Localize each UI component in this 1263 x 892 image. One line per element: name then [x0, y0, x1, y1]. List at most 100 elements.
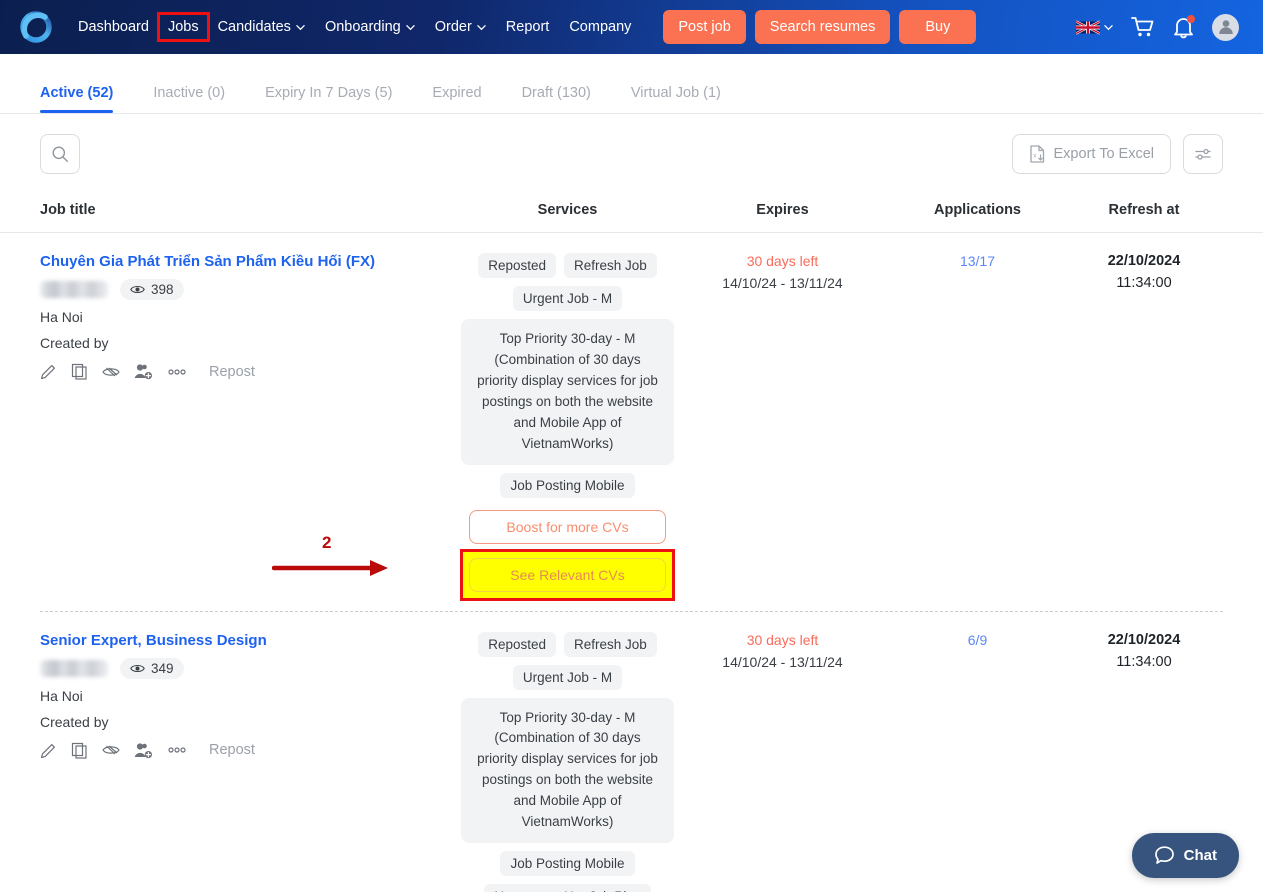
nav-link-label: Jobs	[167, 19, 199, 35]
tab-virtual-job[interactable]: Virtual Job (1)	[631, 85, 721, 113]
applications-count-link[interactable]: 13/17	[890, 253, 1065, 598]
filter-sliders-icon	[1194, 148, 1211, 160]
pencil-edit-icon[interactable]	[40, 363, 57, 380]
expires-date-range: 14/10/24 - 13/11/24	[722, 653, 843, 670]
nav-link-label: Company	[569, 19, 632, 35]
nav-link-company[interactable]: Company	[559, 13, 641, 41]
more-options-icon[interactable]	[167, 746, 187, 754]
notifications-button[interactable]	[1173, 14, 1195, 39]
job-created-by: Created by	[40, 335, 109, 351]
annotation-arrow	[272, 560, 388, 576]
chat-bubble-icon	[1154, 846, 1174, 864]
jobs-table: Job title Services Expires Applications …	[0, 194, 1263, 892]
repost-link[interactable]: Repost	[209, 742, 255, 758]
shopping-cart-icon	[1131, 17, 1154, 37]
expires-cell: 30 days left 14/10/24 - 13/11/24	[675, 632, 890, 892]
user-avatar-icon	[1218, 20, 1233, 34]
service-description-block: Top Priority 30-day - M (Combination of …	[461, 697, 674, 844]
search-resumes-button[interactable]: Search resumes	[754, 10, 891, 44]
search-button[interactable]	[40, 134, 80, 174]
applications-count-link[interactable]: 6/9	[890, 632, 1065, 892]
copy-icon[interactable]	[71, 742, 88, 759]
nav-link-report[interactable]: Report	[496, 13, 560, 41]
chevron-down-icon	[477, 24, 486, 30]
job-info-cell: Chuyên Gia Phát Triển Sản Phẩm Kiều Hối …	[40, 253, 460, 598]
job-title-link[interactable]: Chuyên Gia Phát Triển Sản Phẩm Kiều Hối …	[40, 253, 460, 270]
pencil-edit-icon[interactable]	[40, 742, 57, 759]
service-chip-row: Urgent Job - M	[512, 664, 623, 690]
excel-download-icon: x	[1029, 145, 1044, 163]
eye-off-icon[interactable]	[102, 365, 120, 379]
nav-link-order[interactable]: Order	[425, 13, 496, 41]
uk-flag-icon	[1076, 19, 1100, 35]
nav-link-label: Onboarding	[324, 19, 401, 35]
see-relevant-cvs-button[interactable]: See Relevant CVs	[469, 557, 666, 592]
tab-label: Inactive (0)	[153, 85, 226, 101]
annotation-number-2: 2	[322, 533, 332, 552]
boost-for-more-cvs-button[interactable]: Boost for more CVs	[469, 509, 666, 544]
repost-link[interactable]: Repost	[209, 364, 255, 380]
chat-widget-button[interactable]: Chat	[1131, 833, 1239, 878]
tab-active[interactable]: Active (52)	[40, 85, 114, 113]
services-cell: Reposted Refresh Job Urgent Job - M Top …	[460, 631, 675, 892]
refresh-date: 22/10/2024	[1107, 631, 1181, 648]
tab-label: Virtual Job (1)	[630, 85, 721, 101]
copy-icon[interactable]	[71, 363, 88, 380]
filter-button[interactable]	[1183, 134, 1223, 174]
service-chip: Reposted	[478, 253, 556, 278]
nav-link-onboarding[interactable]: Onboarding	[315, 13, 425, 41]
nav-link-jobs[interactable]: Jobs	[156, 12, 210, 42]
job-created-by: Created by	[40, 713, 109, 730]
svg-text:x: x	[1033, 152, 1037, 159]
views-count: 398	[151, 282, 174, 297]
tab-expired[interactable]: Expired	[432, 85, 481, 113]
chevron-down-icon	[1104, 24, 1113, 30]
post-job-button[interactable]: Post job	[663, 10, 746, 44]
table-row: Senior Expert, Business Design 349 Ha No…	[0, 612, 1263, 892]
table-row: Chuyên Gia Phát Triển Sản Phẩm Kiều Hối …	[0, 233, 1263, 612]
chat-label: Chat	[1183, 847, 1217, 864]
service-chip: Urgent Job - M	[512, 286, 623, 311]
nav-action-buttons: Post job Search resumes Buy	[663, 10, 977, 44]
eye-icon	[130, 664, 145, 672]
tab-label: Expired	[432, 85, 482, 101]
app-logo[interactable]	[14, 5, 58, 49]
service-chip-row: Reposted Refresh Job	[478, 631, 657, 657]
tab-draft[interactable]: Draft (130)	[522, 85, 591, 113]
service-chip-row: Job Posting Mobile	[500, 472, 635, 498]
more-options-icon[interactable]	[167, 368, 187, 376]
eye-icon	[130, 285, 145, 294]
tab-inactive[interactable]: Inactive (0)	[153, 85, 225, 113]
add-user-icon[interactable]	[134, 742, 153, 759]
list-toolbar: x Export To Excel	[0, 114, 1263, 194]
add-user-icon[interactable]	[134, 363, 153, 380]
chevron-down-icon	[405, 24, 415, 30]
job-status-tabs: Active (52) Inactive (0) Expiry In 7 Day…	[0, 54, 1263, 114]
shopping-cart-button[interactable]	[1131, 16, 1155, 38]
refresh-cell: 22/10/2024 11:34:00	[1065, 253, 1223, 598]
views-badge: 349	[120, 657, 184, 679]
views-badge: 398	[120, 279, 184, 300]
header-job-title: Job title	[40, 202, 96, 218]
service-chip-row: Urgent Job - M	[512, 286, 623, 311]
nav-link-candidates[interactable]: Candidates	[208, 13, 315, 41]
refresh-time: 11:34:00	[1116, 653, 1172, 670]
page-root: Dashboard Jobs Candidates Onboarding Ord…	[0, 0, 1263, 892]
refresh-date: 22/10/2024	[1107, 253, 1181, 269]
job-title-link[interactable]: Senior Expert, Business Design	[40, 632, 460, 649]
service-chip: Urgent Job - M	[512, 664, 623, 690]
job-location: Ha Noi	[40, 687, 83, 704]
job-action-icons: Repost	[40, 363, 460, 380]
language-selector[interactable]	[1076, 19, 1113, 36]
user-avatar[interactable]	[1212, 13, 1239, 41]
service-description-block: Top Priority 30-day - M (Combination of …	[461, 319, 674, 465]
nav-link-dashboard[interactable]: Dashboard	[68, 13, 159, 41]
buy-button[interactable]: Buy	[899, 10, 977, 44]
tab-expiry-7-days[interactable]: Expiry In 7 Days (5)	[265, 85, 392, 113]
nav-link-label: Candidates	[217, 19, 291, 35]
nav-right-icons	[1076, 13, 1249, 41]
export-to-excel-button[interactable]: x Export To Excel	[1011, 134, 1171, 174]
eye-off-icon[interactable]	[102, 743, 120, 757]
tab-label: Expiry In 7 Days (5)	[265, 85, 393, 101]
nav-link-label: Order	[434, 19, 472, 35]
